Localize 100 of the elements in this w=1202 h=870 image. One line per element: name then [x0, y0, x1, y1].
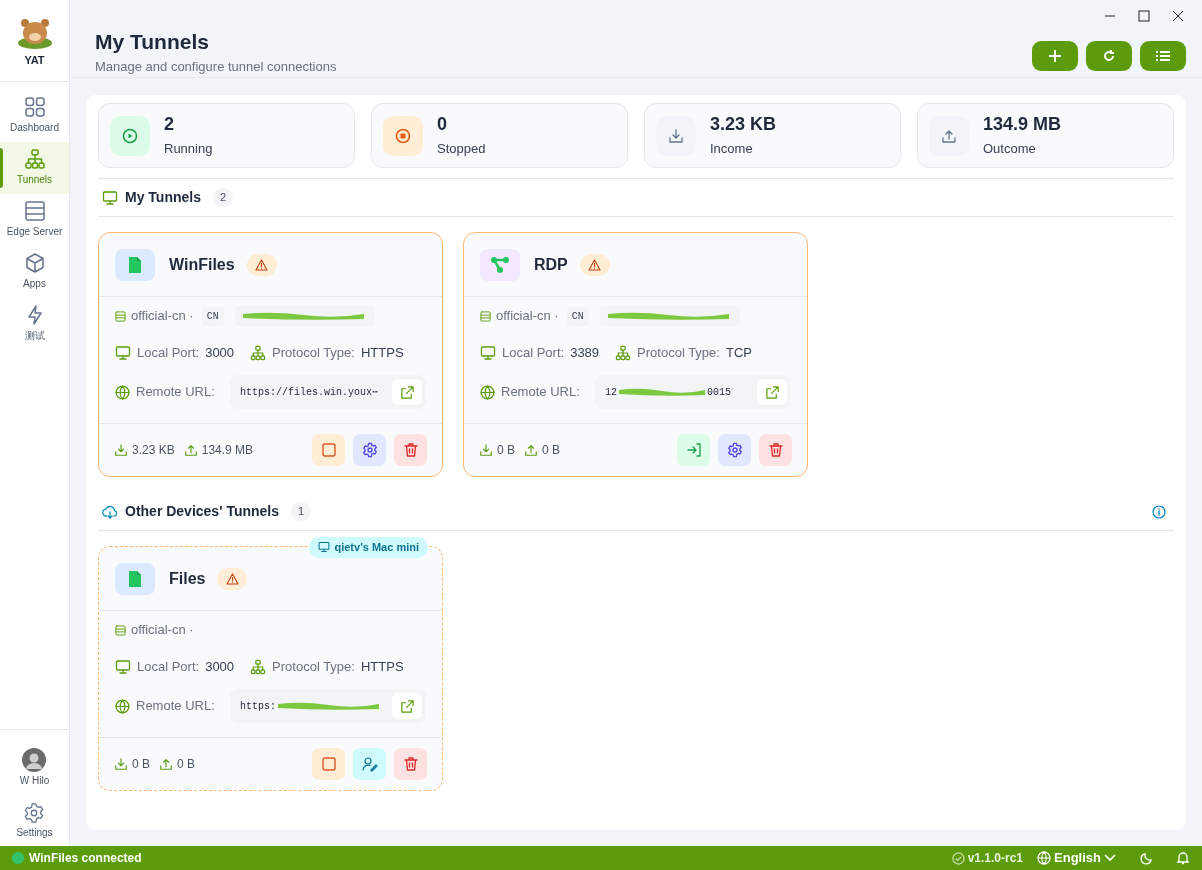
settings-icon [23, 802, 46, 824]
remote-url-field: 12 0015 [595, 375, 791, 409]
reassign-button[interactable] [353, 748, 386, 780]
field-label: Protocol Type: [272, 658, 355, 677]
refresh-button[interactable] [1086, 41, 1132, 71]
delete-button[interactable] [394, 748, 427, 780]
monitor-icon [480, 345, 496, 361]
close-icon[interactable] [1172, 10, 1184, 22]
delete-button[interactable] [759, 434, 792, 466]
upload-amount: 0 B [177, 756, 196, 773]
local-port-value: 3000 [205, 658, 235, 677]
field-label: Remote URL: [501, 383, 580, 402]
field-label: Local Port: [137, 658, 200, 677]
moon-icon[interactable] [1140, 851, 1154, 865]
gear-icon [361, 442, 378, 458]
stat-value: 0 [437, 113, 448, 137]
gear-icon [726, 442, 743, 458]
upload-amount: 0 B [542, 442, 561, 459]
field-label: Local Port: [137, 344, 200, 363]
trash-icon [767, 442, 784, 458]
list-view-button[interactable] [1140, 41, 1186, 71]
stop-circle-icon [395, 127, 411, 144]
field-label: Protocol Type: [637, 344, 720, 363]
protocol-value: HTTPS [360, 658, 404, 677]
delete-button[interactable] [394, 434, 427, 466]
file-icon [128, 569, 142, 588]
download-amount: 3.23 KB [132, 442, 175, 459]
globe-icon [115, 698, 130, 714]
server-icon [23, 200, 46, 222]
stat-label: Income [710, 140, 754, 159]
external-link-icon [764, 384, 780, 400]
server-name: official-cn · [131, 307, 194, 326]
monitor-icon [318, 541, 331, 554]
nav-item[interactable]: Apps [0, 245, 69, 298]
server-icon [115, 624, 126, 636]
hamster-logo-icon [15, 16, 54, 50]
avatar-icon [22, 748, 47, 772]
upload-icon [183, 443, 198, 457]
nav-item[interactable]: Dashboard [0, 89, 69, 142]
field-label: Remote URL: [136, 697, 215, 716]
stat-label: Outcome [983, 140, 1037, 159]
settings-button[interactable]: Settings [16, 802, 53, 840]
network-nodes-icon [490, 255, 510, 274]
open-link-button[interactable] [392, 379, 422, 405]
section-title: My Tunnels [125, 188, 201, 207]
stop-button[interactable] [312, 748, 345, 780]
globe-icon [1037, 851, 1052, 865]
open-link-button[interactable] [392, 693, 422, 719]
hierarchy-icon [250, 659, 267, 675]
external-link-icon [399, 384, 415, 400]
protocol-value: HTTPS [360, 344, 404, 363]
download-icon [479, 443, 493, 457]
protocol-value: TCP [725, 344, 752, 363]
warning-icon [225, 572, 239, 585]
check-circle-icon [951, 851, 965, 865]
stat-label: Stopped [437, 140, 486, 159]
globe-icon [480, 384, 495, 400]
server-name: official-cn · [131, 621, 194, 640]
square-icon [320, 756, 337, 772]
field-label: Local Port: [502, 344, 565, 363]
warning-icon [588, 258, 602, 271]
file-icon [128, 255, 142, 274]
upload-icon [524, 443, 538, 457]
section-title: Other Devices' Tunnels [125, 502, 279, 521]
grid-icon [23, 96, 46, 118]
region-tag: CN [566, 306, 589, 326]
app-name: YAT [24, 53, 45, 68]
refresh-icon [1102, 49, 1116, 63]
add-button[interactable] [1032, 41, 1078, 71]
version-label: v1.1.0-rc1 [967, 850, 1024, 867]
hierarchy-icon [250, 345, 267, 361]
stop-button[interactable] [312, 434, 345, 466]
bell-icon[interactable] [1176, 851, 1190, 865]
nav-item[interactable]: Tunnels [0, 141, 69, 194]
connect-button[interactable] [677, 434, 710, 466]
region-tag: CN [201, 306, 224, 326]
upload-amount: 134.9 MB [201, 442, 254, 459]
settings-button[interactable] [353, 434, 386, 466]
local-port-value: 3000 [205, 344, 235, 363]
chevron-down-icon [1104, 854, 1116, 862]
open-link-button[interactable] [757, 379, 787, 405]
download-icon [668, 127, 684, 144]
warning-icon [255, 258, 269, 271]
hierarchy-icon [23, 148, 46, 170]
info-icon[interactable] [1152, 504, 1166, 519]
download-icon [114, 757, 128, 771]
user-profile-button[interactable]: W Hilo [19, 748, 50, 788]
monitor-icon [115, 345, 131, 361]
stat-value: 2 [164, 113, 175, 137]
cloud-download-icon [102, 503, 118, 520]
remote-url-field: https://files.win.youx⋯ [230, 375, 426, 409]
server-icon [480, 310, 491, 322]
count-badge: 1 [291, 502, 312, 521]
nav-item[interactable]: Edge Server [0, 193, 69, 246]
maximize-icon[interactable] [1138, 10, 1150, 22]
settings-button[interactable] [718, 434, 751, 466]
trash-icon [402, 442, 419, 458]
globe-icon [115, 384, 130, 400]
external-link-icon [399, 698, 415, 714]
nav-item[interactable]: 测试 [0, 297, 69, 350]
